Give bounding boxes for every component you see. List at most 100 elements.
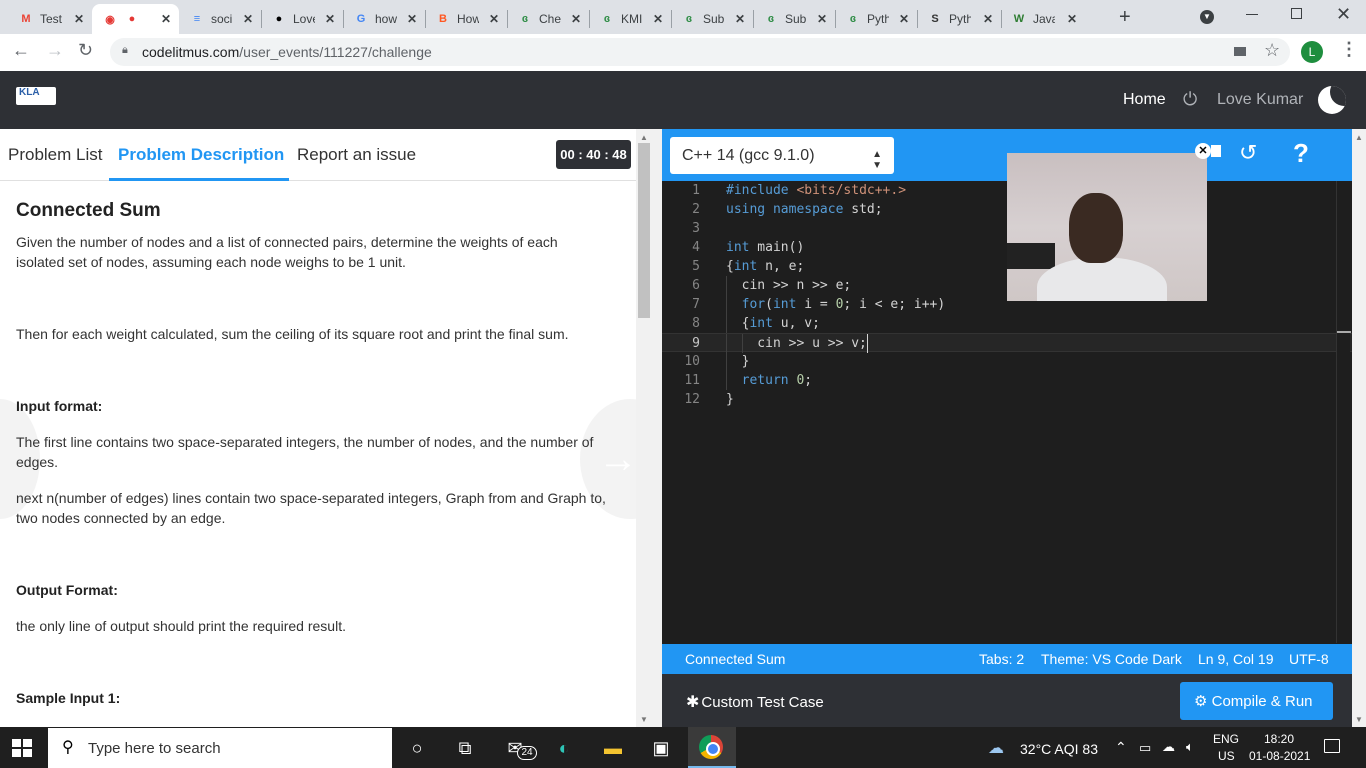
tab-report-issue[interactable]: Report an issue xyxy=(297,145,416,165)
tab-close-icon[interactable]: ✕ xyxy=(74,12,84,26)
tab-close-icon[interactable]: ✕ xyxy=(1067,12,1077,26)
webcam-video-icon[interactable] xyxy=(1211,145,1221,157)
reload-icon[interactable]: ↻ xyxy=(78,40,93,61)
code-line[interactable]: 11 return 0; xyxy=(662,371,1352,390)
store-icon[interactable]: ▣ xyxy=(648,735,674,761)
notification-icon[interactable] xyxy=(1324,739,1340,753)
tab-close-icon[interactable]: ✕ xyxy=(653,12,663,26)
browser-tab-title: How xyxy=(457,12,479,26)
page-scrollbar[interactable]: ▲ ▼ xyxy=(1352,129,1366,727)
line-number: 10 xyxy=(684,354,700,369)
scrollbar-thumb[interactable] xyxy=(638,143,650,318)
tab-close-icon[interactable]: ✕ xyxy=(899,12,909,26)
status-tabs[interactable]: Tabs: 2 xyxy=(979,651,1024,667)
help-icon[interactable]: ? xyxy=(1293,138,1309,169)
compile-run-button[interactable]: ⚙ Compile & Run xyxy=(1180,682,1333,720)
bookmark-star-icon[interactable]: ☆ xyxy=(1264,40,1280,61)
url-text[interactable]: codelitmus.com/user_events/111227/challe… xyxy=(142,44,432,60)
language-select[interactable]: C++ 14 (gcc 9.1.0) ▲ ▼ xyxy=(670,137,894,174)
onedrive-icon[interactable]: ☁ xyxy=(1162,739,1175,755)
language-top[interactable]: ENG xyxy=(1213,732,1239,746)
clock-time[interactable]: 18:20 xyxy=(1264,732,1294,746)
restore-button[interactable] xyxy=(1291,8,1302,19)
editor-action-bar: ✱ Custom Test Case ⚙ Compile & Run xyxy=(662,674,1352,727)
browser-tab[interactable]: ● Love ✕ xyxy=(261,4,343,34)
tab-close-icon[interactable]: ✕ xyxy=(489,12,499,26)
weather-text[interactable]: 32°C AQI 83 xyxy=(1020,741,1098,757)
task-view-icon[interactable]: ⧉ xyxy=(452,735,478,761)
code-text: #include <bits/stdc++.> xyxy=(726,183,907,198)
address-bar[interactable]: 🔒︎ codelitmus.com/user_events/111227/cha… xyxy=(110,38,1290,66)
minimize-button[interactable] xyxy=(1246,14,1258,15)
kla-logo[interactable]: KLA xyxy=(16,87,56,105)
browser-tab[interactable]: ◉ ● ✕ xyxy=(92,4,179,34)
camera-in-use-icon[interactable] xyxy=(1234,47,1246,56)
close-window-button[interactable]: ✕ xyxy=(1336,4,1351,25)
tab-close-icon[interactable]: ✕ xyxy=(325,12,335,26)
browser-tab[interactable]: ɞ Sub ✕ xyxy=(671,4,753,34)
scroll-up-icon[interactable]: ▲ xyxy=(640,133,648,142)
code-line[interactable]: 10 } xyxy=(662,352,1352,371)
tab-close-icon[interactable]: ✕ xyxy=(817,12,827,26)
browser-tab[interactable]: Ghow ✕ xyxy=(343,4,425,34)
browser-tab[interactable]: ≡ soci ✕ xyxy=(179,4,261,34)
tab-problem-list[interactable]: Problem List xyxy=(8,145,102,165)
dark-mode-toggle-icon[interactable] xyxy=(1318,86,1346,114)
tab-close-icon[interactable]: ✕ xyxy=(161,12,171,26)
windows-start-icon[interactable] xyxy=(12,739,32,757)
clock-date[interactable]: 01-08-2021 xyxy=(1249,749,1310,763)
code-line[interactable]: 12} xyxy=(662,390,1352,409)
tab-close-icon[interactable]: ✕ xyxy=(243,12,253,26)
tab-problem-description[interactable]: Problem Description xyxy=(118,145,284,165)
browser-tab-title: Love xyxy=(293,12,315,26)
browser-tab[interactable]: M Test ✕ xyxy=(8,4,92,34)
tab-close-icon[interactable]: ✕ xyxy=(983,12,993,26)
weather-icon[interactable]: ☁ xyxy=(988,738,1004,758)
forward-icon[interactable]: → xyxy=(46,40,64,61)
scroll-down-icon[interactable]: ▼ xyxy=(640,715,648,724)
page-scroll-up-icon[interactable]: ▲ xyxy=(1355,133,1363,142)
tray-overflow-icon[interactable]: ⌃ xyxy=(1115,739,1127,756)
tab-close-icon[interactable]: ✕ xyxy=(735,12,745,26)
language-bottom[interactable]: US xyxy=(1218,749,1235,763)
taskbar-search-box[interactable]: ⚲ Type here to search xyxy=(48,728,392,768)
line-number: 1 xyxy=(692,183,700,198)
profile-avatar[interactable]: L xyxy=(1301,41,1323,63)
code-line[interactable]: 8 {int u, v; xyxy=(662,314,1352,333)
history-icon[interactable]: ↺ xyxy=(1239,140,1257,166)
browser-tab[interactable]: ɞ KMI ✕ xyxy=(589,4,671,34)
webcam-close-icon[interactable]: ✕ xyxy=(1195,143,1211,159)
code-text: using namespace std; xyxy=(726,202,883,217)
webcam-background xyxy=(1007,243,1055,269)
browser-menu-icon[interactable]: ⋮ xyxy=(1340,39,1358,60)
status-theme[interactable]: Theme: VS Code Dark xyxy=(1041,651,1182,667)
edge-icon[interactable]: ◐ xyxy=(551,735,577,761)
chrome-icon[interactable] xyxy=(699,735,723,759)
browser-tab[interactable]: ɞ Sub ✕ xyxy=(753,4,835,34)
browser-tab[interactable]: S Pyth ✕ xyxy=(917,4,1001,34)
back-icon[interactable]: ← xyxy=(12,40,30,61)
input-format-text-2: next n(number of edges) lines contain tw… xyxy=(16,490,606,526)
tab-close-icon[interactable]: ✕ xyxy=(407,12,417,26)
browser-tab[interactable]: ɞ Che ✕ xyxy=(507,4,589,34)
tab-search-icon[interactable]: ▼ xyxy=(1200,10,1214,24)
indent-guide xyxy=(726,276,727,295)
browser-tab[interactable]: W Java ✕ xyxy=(1001,4,1085,34)
page-scroll-down-icon[interactable]: ▼ xyxy=(1355,715,1363,724)
logout-icon[interactable]: ⏻ xyxy=(1183,89,1197,110)
home-link[interactable]: Home xyxy=(1123,91,1166,109)
network-icon[interactable]: ▭ xyxy=(1139,740,1151,756)
tab-close-icon[interactable]: ✕ xyxy=(571,12,581,26)
volume-icon[interactable]: 🔈︎ xyxy=(1186,739,1194,755)
problem-scrollbar[interactable]: ▲ ▼ xyxy=(636,129,662,727)
custom-test-case-button[interactable]: ✱ Custom Test Case xyxy=(686,692,824,712)
browser-tab[interactable]: B How ✕ xyxy=(425,4,507,34)
file-explorer-icon[interactable]: ▬ xyxy=(600,735,626,761)
line-number: 8 xyxy=(692,316,700,331)
bug-icon: ✱ xyxy=(686,694,700,711)
new-tab-button[interactable]: + xyxy=(1119,6,1131,29)
browser-tab[interactable]: ɞ Pyth ✕ xyxy=(835,4,917,34)
code-line[interactable]: 9 cin >> u >> v; xyxy=(662,333,1352,353)
editor-scrollbar[interactable] xyxy=(1336,181,1351,643)
cortana-icon[interactable]: ○ xyxy=(404,735,430,761)
